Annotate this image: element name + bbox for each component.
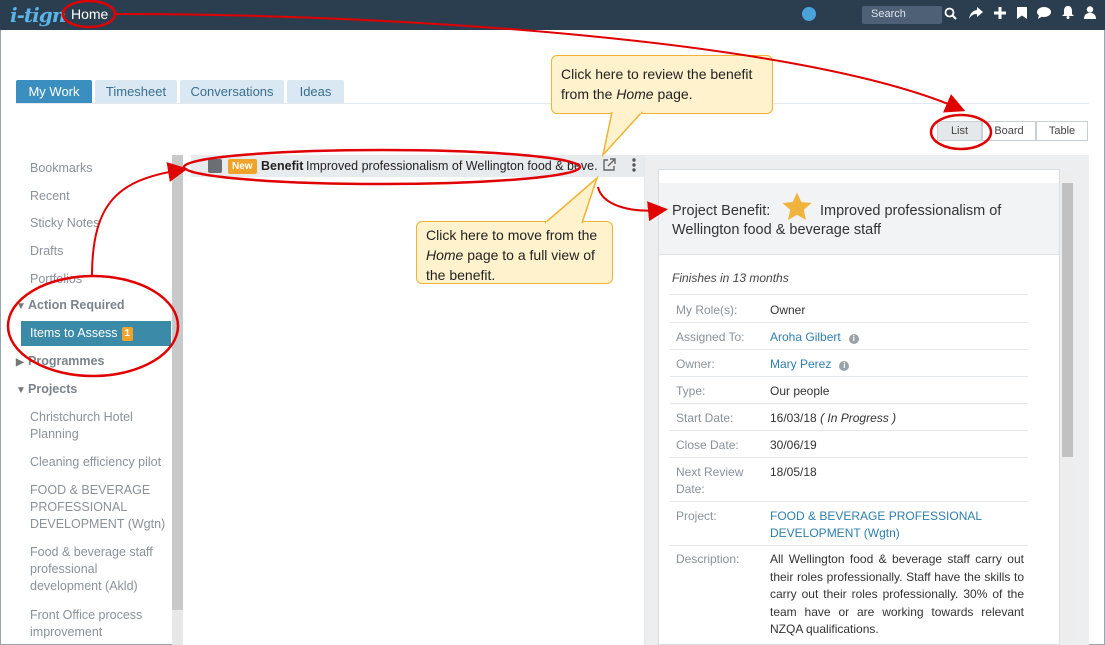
tab-my-work[interactable]: My Work [16,80,92,104]
item-title-link[interactable]: Improved professionalism of Wellington f… [306,159,598,173]
callout-full-view: Click here to move from the Home page to… [416,221,613,284]
bookmark-icon[interactable] [1013,6,1031,24]
share-icon[interactable] [967,6,985,24]
field-row-description: Description: All Wellington food & bever… [670,545,1028,645]
assigned-to-value: Aroha Gilbert i [770,329,859,346]
caret-down-icon: ▼ [16,385,26,396]
detail-title-line2: Wellington food & beverage staff [672,222,882,238]
field-value: 18/05/18 [770,465,817,479]
field-label: Project: [676,509,717,523]
field-row-project: Project: FOOD & BEVERAGE PROFESSIONAL DEV… [670,501,1028,545]
bell-icon[interactable] [1059,6,1077,24]
field-label: Assigned To: [676,330,745,344]
sidebar-scrollbar[interactable] [172,155,183,610]
more-options-icon[interactable] [630,158,638,174]
callout-text-em: Home [616,86,654,102]
sidebar-item-bookmarks[interactable]: Bookmarks [30,160,93,177]
sidebar-section-projects[interactable]: ▼ Projects [16,382,77,396]
sidebar-section-action-required[interactable]: ▼ Action Required [16,298,125,312]
top-bar: i-tign Home Search [0,0,1105,30]
sidebar-item-drafts[interactable]: Drafts [30,243,63,260]
sidebar-section-label: Action Required [28,298,125,312]
app-logo[interactable]: i-tign [10,3,66,27]
start-status: ( In Progress ) [820,411,897,425]
detail-title-line1: Improved professionalism of [820,203,1002,219]
field-row-owner: Owner: Mary Perez i [670,349,1028,376]
sidebar-project-front-office[interactable]: Front Office process improvement [30,607,160,641]
globe-icon[interactable] [802,7,816,21]
sidebar-project-christchurch[interactable]: Christchurch Hotel Planning [30,409,165,443]
page-title: Home [71,6,109,22]
field-value: Owner [770,303,806,317]
field-label: Next Review Date: [676,464,743,498]
tab-timesheet[interactable]: Timesheet [95,80,177,104]
callout-review-benefit: Click here to review the benefit from th… [551,55,773,114]
callout-text-before: Click here to move from the [426,227,598,243]
callout-text-em: Home [426,247,464,263]
field-row-start-date: Start Date: 16/03/18 ( In Progress ) [670,403,1028,430]
field-label: Description: [676,552,740,566]
description-text: All Wellington food & beverage staff car… [770,552,1024,636]
caret-down-icon: ▼ [16,301,26,312]
callout-text-after: page. [653,86,693,102]
field-row-next-review: Next Review Date: 18/05/18 [670,457,1028,501]
count-badge: 1 [121,327,134,341]
finishes-text: Finishes in 13 months [672,271,789,285]
sidebar-section-label: Programmes [28,354,105,368]
chat-icon[interactable] [1035,6,1053,24]
view-list-button[interactable]: List [937,121,982,141]
detail-header [659,183,1059,255]
search-icon[interactable] [942,7,958,23]
start-date-value: 16/03/18 ( In Progress ) [770,410,896,427]
owner-link[interactable]: Mary Perez [770,357,831,371]
info-icon[interactable]: i [839,361,850,371]
field-row-assigned-to: Assigned To: Aroha Gilbert i [670,322,1028,349]
detail-type-prefix: Project Benefit: [672,203,771,219]
view-table-button[interactable]: Table [1036,121,1088,141]
field-row-my-role: My Role(s): Owner [670,294,1028,322]
field-value: Our people [770,384,830,398]
field-value: 30/06/19 [770,438,817,452]
sidebar-project-fb-akld[interactable]: Food & beverage staff professional devel… [30,544,165,595]
add-icon[interactable] [991,6,1009,24]
search-input[interactable]: Search [862,6,942,24]
field-row-close-date: Close Date: 30/06/19 [670,430,1028,457]
item-checkbox[interactable] [208,159,222,173]
sidebar-item-label: Items to Assess [30,326,118,340]
sidebar-section-programmes[interactable]: ▶ Programmes [16,354,104,368]
sidebar-item-recent[interactable]: Recent [30,188,70,205]
field-label: My Role(s): [676,303,738,317]
detail-scrollbar-thumb[interactable] [1062,183,1073,457]
sidebar-item-sticky-notes[interactable]: Sticky Notes [30,215,99,232]
field-label: Owner: [676,357,715,371]
field-label: Type: [676,384,706,398]
start-date: 16/03/18 [770,411,817,425]
tab-ideas[interactable]: Ideas [287,80,344,104]
field-label: Start Date: [676,411,734,425]
sidebar-project-fb-wgtn[interactable]: FOOD & BEVERAGE PROFESSIONAL DEVELOPMENT… [30,482,170,533]
tab-conversations[interactable]: Conversations [180,80,284,104]
field-label-line2: Date: [676,482,705,496]
sidebar-scrollbar-track[interactable] [172,610,183,645]
project-line1: FOOD & BEVERAGE PROFESSIONAL [770,509,983,523]
new-badge: New [228,159,257,174]
open-external-icon[interactable] [602,158,616,172]
project-link[interactable]: FOOD & BEVERAGE PROFESSIONAL DEVELOPMENT … [770,508,982,542]
star-icon[interactable] [781,191,813,223]
sidebar-section-label: Projects [28,382,78,396]
item-type-label: Benefit [261,159,304,173]
caret-right-icon: ▶ [16,357,24,368]
user-icon[interactable] [1081,6,1099,24]
sidebar-item-portfolios[interactable]: Portfolios [30,271,82,288]
assigned-to-link[interactable]: Aroha Gilbert [770,330,841,344]
sidebar-item-items-to-assess[interactable]: Items to Assess 1 [21,321,171,346]
field-label: Close Date: [676,438,739,452]
view-board-button[interactable]: Board [982,121,1036,141]
owner-value: Mary Perez i [770,356,850,373]
info-icon[interactable]: i [848,334,859,344]
project-line2: DEVELOPMENT (Wgtn) [770,526,900,540]
field-row-type: Type: Our people [670,376,1028,403]
sidebar-project-cleaning[interactable]: Cleaning efficiency pilot [30,454,170,471]
field-label-line1: Next Review [676,465,744,479]
